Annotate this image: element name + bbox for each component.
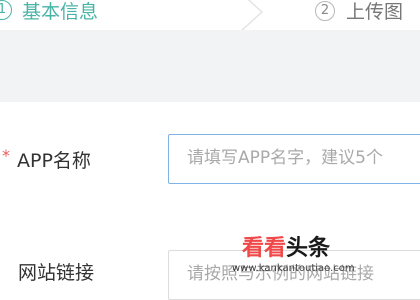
website-link-label: 网站链接 [18, 262, 95, 284]
app-name-input[interactable]: 请填写APP名字，建议5个 [168, 134, 420, 184]
step-progress-bar: 1 基本信息 2 上传图 [0, 0, 420, 30]
step-2-label[interactable]: 上传图 [346, 0, 403, 24]
watermark: 看看头条 www.kankantoutiao.com [232, 230, 420, 280]
step-2-number: 2 [315, 1, 335, 21]
required-asterisk: * [2, 146, 10, 165]
step-1-label[interactable]: 基本信息 [22, 0, 98, 24]
watermark-brand-part1: 看看 [242, 236, 287, 261]
section-divider [0, 30, 420, 102]
app-name-label: APP名称 [17, 150, 91, 172]
step-chevron-icon [241, 0, 264, 30]
step-1-number: 1 [0, 0, 12, 20]
watermark-brand-part2: 头条 [286, 236, 331, 261]
watermark-url: www.kankantoutiao.com [232, 263, 355, 274]
watermark-logo: 看看头条 [242, 230, 330, 262]
